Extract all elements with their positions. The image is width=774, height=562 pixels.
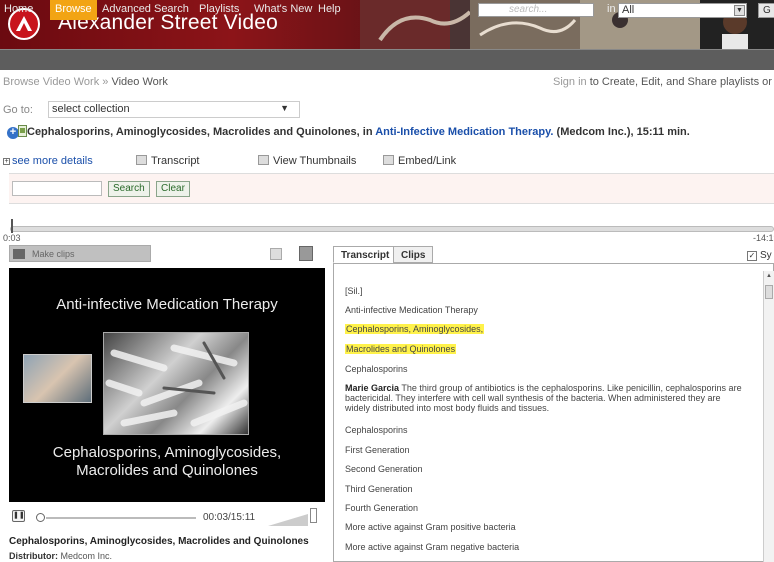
- video-caption-line2: Macrolides and Quinolones: [76, 462, 258, 479]
- nav-advanced-search[interactable]: Advanced Search: [102, 3, 189, 15]
- nav-whats-new[interactable]: What's New: [254, 3, 312, 15]
- view-thumbnails-link[interactable]: View Thumbnails: [258, 155, 356, 167]
- transcript-line[interactable]: Third Generation: [345, 484, 413, 494]
- scroll-thumb[interactable]: [765, 285, 773, 299]
- video-caption-line1: Cephalosporins, Aminoglycosides,: [52, 444, 282, 461]
- see-more-details[interactable]: + see more details: [3, 155, 93, 167]
- seek-knob[interactable]: [36, 513, 45, 522]
- timeline-handle[interactable]: [11, 219, 13, 233]
- fullscreen-icon[interactable]: [270, 248, 282, 260]
- pause-button[interactable]: ❚❚: [12, 510, 25, 522]
- transcript-line[interactable]: More active against Gram positive bacter…: [345, 522, 516, 532]
- scope-select[interactable]: All ▼: [618, 3, 747, 18]
- scope-label: in: [607, 3, 616, 15]
- breadcrumb: Browse Video Work » Video Work: [3, 76, 168, 88]
- transcript-search-input[interactable]: [12, 181, 102, 196]
- work-title-text: Cephalosporins, Aminoglycosides, Macroli…: [27, 126, 373, 138]
- volume-handle[interactable]: [310, 508, 317, 523]
- bacteria-image: [103, 332, 249, 435]
- nav-help[interactable]: Help: [318, 3, 341, 15]
- collection-select-value: select collection: [52, 103, 130, 115]
- transcript-paragraph[interactable]: Marie Garcia The third group of antibiot…: [345, 383, 745, 413]
- tab-transcript[interactable]: Transcript: [333, 246, 398, 263]
- nav-browse[interactable]: Browse: [50, 0, 97, 20]
- search-button[interactable]: Search: [108, 181, 150, 197]
- thumbnails-icon: [258, 155, 269, 165]
- video-file-icon: [18, 125, 27, 137]
- transcript-line[interactable]: More active against Gram negative bacter…: [345, 542, 519, 552]
- clear-button[interactable]: Clear: [156, 181, 190, 197]
- embed-icon: [383, 155, 394, 165]
- breadcrumb-current: Video Work: [111, 76, 168, 88]
- tab-clips[interactable]: Clips: [393, 246, 434, 263]
- popout-icon[interactable]: [299, 246, 313, 261]
- video-caption-title: Cephalosporins, Aminoglycosides, Macroli…: [9, 536, 309, 547]
- transcript-line[interactable]: Cephalosporins: [345, 425, 408, 435]
- signin-text: to Create, Edit, and Share playlists or …: [589, 76, 774, 88]
- breadcrumb-sep: »: [102, 76, 109, 88]
- patient-image: [23, 354, 92, 403]
- document-icon: [136, 155, 147, 165]
- seek-bar[interactable]: [46, 517, 196, 519]
- series-link[interactable]: Anti-Infective Medication Therapy.: [375, 126, 553, 138]
- video-player[interactable]: Anti-infective Medication Therapy Cephal…: [9, 268, 325, 502]
- transcript-line[interactable]: Cephalosporins: [345, 364, 408, 374]
- transcript-link[interactable]: Transcript: [136, 155, 200, 167]
- sync-toggle[interactable]: ✓ Sy: [747, 250, 772, 261]
- transcript-line[interactable]: Second Generation: [345, 464, 423, 474]
- signin-prompt: Sign in to Create, Edit, and Share playl…: [553, 76, 774, 88]
- transcript-line[interactable]: Fourth Generation: [345, 503, 418, 513]
- film-icon: [13, 249, 25, 259]
- chevron-down-icon: ▼: [280, 103, 289, 113]
- go-button[interactable]: G: [758, 3, 774, 18]
- transcript-line[interactable]: [Sil.]: [345, 286, 363, 296]
- volume-slider[interactable]: [268, 514, 308, 526]
- chevron-down-icon[interactable]: ▼: [734, 5, 745, 16]
- transcript-line-highlighted[interactable]: Cephalosporins, Aminoglycosides,: [345, 324, 485, 334]
- video-title-card: Anti-infective Medication Therapy: [56, 296, 278, 313]
- scroll-up-icon[interactable]: ▲: [766, 273, 772, 279]
- playback-time: 00:03/15:11: [203, 512, 256, 523]
- paragraph-text: The third group of antibiotics is the ce…: [345, 383, 742, 413]
- distributor-line: Distributor: Medcom Inc.: [9, 551, 112, 561]
- transcript-line[interactable]: Anti-infective Medication Therapy: [345, 305, 478, 315]
- checkbox-checked-icon[interactable]: ✓: [747, 251, 757, 261]
- nav-playlists[interactable]: Playlists: [199, 3, 239, 15]
- transcript-scrollbar[interactable]: ▲: [763, 271, 774, 562]
- speaker-name: Marie Garcia: [345, 383, 400, 393]
- transcript-line-highlighted[interactable]: Macrolides and Quinolones: [345, 344, 457, 354]
- make-clips-button[interactable]: Make clips: [9, 245, 151, 262]
- embed-link[interactable]: Embed/Link: [383, 155, 456, 167]
- work-title: Cephalosporins, Aminoglycosides, Macroli…: [27, 126, 690, 138]
- signin-link[interactable]: Sign in: [553, 76, 587, 88]
- breadcrumb-root[interactable]: Browse Video Work: [3, 76, 99, 88]
- timeline-end: -14:19: [753, 233, 774, 243]
- distributor-label: Distributor:: [9, 551, 58, 561]
- timeline-start: 0:03: [3, 233, 21, 243]
- timeline-track[interactable]: [10, 226, 774, 232]
- work-meta: (Medcom Inc.), 15:11 min.: [556, 126, 690, 138]
- distributor-value: Medcom Inc.: [60, 551, 113, 561]
- collection-select[interactable]: select collection ▼: [48, 101, 300, 118]
- scope-value: All: [622, 4, 635, 16]
- expand-icon: +: [3, 158, 10, 165]
- transcript-line[interactable]: First Generation: [345, 445, 410, 455]
- nav-home[interactable]: Home: [4, 3, 33, 15]
- header-search-input[interactable]: search...: [478, 3, 594, 17]
- goto-label: Go to:: [3, 104, 33, 116]
- main-nav: [0, 49, 774, 70]
